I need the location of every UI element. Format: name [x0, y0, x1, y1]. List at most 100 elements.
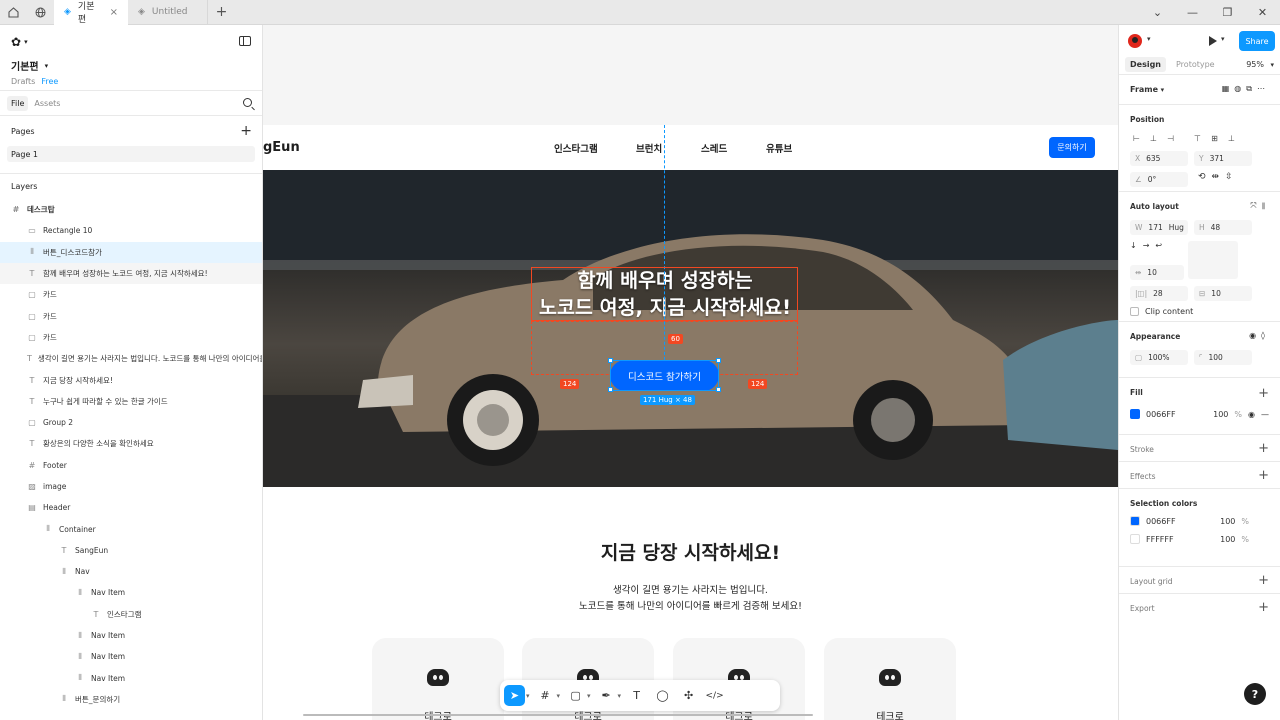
figma-menu[interactable]: ✿ ▾	[11, 35, 251, 49]
section-title[interactable]: 지금 당장 시작하세요!	[263, 538, 1118, 565]
frame-type-label[interactable]: Frame	[1130, 85, 1158, 94]
eye-icon[interactable]: ◉◊	[1249, 331, 1270, 340]
chevron-down-icon[interactable]: ▾	[1147, 35, 1151, 43]
fill-opacity[interactable]: 100	[1213, 410, 1228, 419]
card[interactable]: 테크로	[824, 638, 956, 720]
align-middle-icon[interactable]: ⊞	[1208, 132, 1221, 145]
chevron-down-icon[interactable]: ▾	[587, 692, 591, 700]
layer-item[interactable]: T 함께 배우며 성장하는 노코드 여정, 지금 시작하세요!	[0, 262, 262, 285]
rotation-field[interactable]: ∠ 0°	[1130, 172, 1188, 187]
layer-item[interactable]: T SangEun	[0, 540, 262, 561]
layer-item[interactable]: T 누구나 쉽게 따라할 수 있는 한글 가이드	[0, 391, 262, 412]
home-icon[interactable]	[0, 0, 27, 25]
components-icon[interactable]: ✣	[678, 685, 699, 706]
nav-item-threads[interactable]: 스레드	[701, 141, 727, 155]
gap-field[interactable]: ⇹ 10	[1130, 265, 1184, 280]
site-logo[interactable]: gEun	[263, 140, 300, 155]
tab-untitled[interactable]: ◈ Untitled	[128, 0, 208, 25]
canvas[interactable]: gEun 인스타그램 브런치 스레드 유튜브 문의하기 함께 배우며 성장하는 …	[263, 25, 1118, 720]
resize-handle[interactable]	[716, 358, 721, 363]
add-grid-icon[interactable]: +	[1258, 573, 1269, 588]
eye-icon[interactable]: ◉	[1248, 410, 1255, 419]
align-top-icon[interactable]: ⊤	[1191, 132, 1204, 145]
layer-item[interactable]: T 인스타그램	[0, 604, 262, 625]
add-effect-icon[interactable]: +	[1258, 468, 1269, 483]
color-opacity[interactable]: 100	[1220, 535, 1235, 544]
restore-icon[interactable]: ❐	[1210, 0, 1245, 25]
radius-field[interactable]: ⌜ 100	[1194, 350, 1252, 365]
horizontal-scrollbar[interactable]	[303, 714, 813, 716]
avatar[interactable]	[1128, 34, 1142, 48]
layer-item[interactable]: # Footer	[0, 455, 262, 476]
y-field[interactable]: Y 371	[1194, 151, 1252, 166]
minimize-icon[interactable]: —	[1175, 0, 1210, 25]
section-description[interactable]: 생각이 길면 용기는 사라지는 법입니다. 노코드를 통해 나만의 아이디어를 …	[263, 583, 1118, 615]
layer-item[interactable]: T 지금 당장 시작하세요!	[0, 369, 262, 390]
nav-item-youtube[interactable]: 유튜브	[766, 141, 792, 155]
present-icon[interactable]	[1209, 36, 1217, 46]
x-field[interactable]: X 635	[1130, 151, 1188, 166]
chevron-down-icon[interactable]: ▾	[557, 692, 561, 700]
zoom-level[interactable]: 95%	[1246, 60, 1264, 69]
layer-item[interactable]: ▨ image	[0, 476, 262, 497]
clip-content-checkbox[interactable]	[1130, 307, 1139, 316]
add-export-icon[interactable]: +	[1258, 600, 1269, 615]
new-tab-plus-icon[interactable]: +	[208, 0, 235, 25]
chevron-down-icon[interactable]: ▾	[526, 692, 530, 700]
chevron-down-icon[interactable]: ▾	[1270, 61, 1274, 69]
layer-item[interactable]: ▢ Group 2	[0, 412, 262, 433]
layer-item[interactable]: ▢ 카드	[0, 327, 262, 348]
pen-tool-icon[interactable]: ✒	[596, 685, 617, 706]
align-right-icon[interactable]: ⊣	[1164, 132, 1177, 145]
fill-row[interactable]: 0066FF 100 % ◉ —	[1130, 409, 1269, 419]
layer-item[interactable]: ⫴ 버튼_디스코드참가	[0, 241, 262, 263]
chevron-down-icon[interactable]: ⌄	[1140, 0, 1175, 25]
width-field[interactable]: W 171 Hug	[1130, 220, 1188, 235]
layer-item[interactable]: ▤ Header	[0, 497, 262, 518]
chevron-down-icon[interactable]: ▾	[618, 692, 622, 700]
color-swatch[interactable]	[1130, 534, 1140, 544]
layer-item[interactable]: T 황상은의 다양한 소식을 확인하세요	[0, 433, 262, 454]
add-fill-icon[interactable]: +	[1258, 386, 1269, 401]
site-header[interactable]: gEun 인스타그램 브런치 스레드 유튜브 문의하기	[263, 125, 1118, 170]
tab-assets[interactable]: Assets	[34, 99, 60, 108]
layer-item[interactable]: ⫴ Nav	[0, 561, 262, 582]
selection-color-row[interactable]: FFFFFF 100%	[1130, 534, 1269, 544]
resize-handle[interactable]	[716, 387, 721, 392]
padding-horizontal-field[interactable]: |◫| 28	[1130, 286, 1188, 301]
selection-color-row[interactable]: 0066FF 100%	[1130, 516, 1269, 526]
layer-item[interactable]: ⫴ Nav Item	[0, 646, 262, 667]
contact-button[interactable]: 문의하기	[1049, 137, 1095, 158]
page-item[interactable]: Page 1	[7, 146, 255, 162]
nav-item-brunch[interactable]: 브런치	[636, 141, 662, 155]
share-button[interactable]: Share	[1239, 31, 1275, 51]
file-title[interactable]: 기본편 ▾	[11, 58, 251, 74]
resize-handle[interactable]	[608, 387, 613, 392]
fill-swatch[interactable]	[1130, 409, 1140, 419]
desktop-frame[interactable]: gEun 인스타그램 브런치 스레드 유튜브 문의하기 함께 배우며 성장하는 …	[263, 125, 1118, 720]
drafts-label[interactable]: Drafts	[11, 77, 35, 86]
padding-vertical-field[interactable]: ⊟ 10	[1194, 286, 1252, 301]
height-field[interactable]: H 48	[1194, 220, 1252, 235]
opacity-field[interactable]: ▢ 100%	[1130, 350, 1188, 365]
align-bottom-icon[interactable]: ⊥	[1225, 132, 1238, 145]
search-icon[interactable]	[243, 98, 252, 107]
layer-item[interactable]: T 생각이 길면 용기는 사라지는 법입니다. 노코드를 통해 나만의 아이디어를	[0, 348, 262, 369]
layer-item[interactable]: # 데스크탑	[0, 199, 262, 220]
layer-item[interactable]: ⫴ Nav Item	[0, 582, 262, 603]
resize-handle[interactable]	[608, 358, 613, 363]
layer-item[interactable]: ▢ 카드	[0, 284, 262, 305]
add-page-icon[interactable]: +	[240, 123, 252, 139]
nav-item-instagram[interactable]: 인스타그램	[554, 141, 598, 155]
color-hex[interactable]: FFFFFF	[1146, 535, 1174, 544]
layer-item[interactable]: ⫴ Nav Item	[0, 668, 262, 689]
window-close-icon[interactable]: ✕	[1245, 0, 1280, 25]
color-opacity[interactable]: 100	[1220, 517, 1235, 526]
dev-mode-icon[interactable]: </>	[704, 685, 725, 706]
layer-item[interactable]: ⫴ 버튼_문의하기	[0, 689, 262, 710]
color-hex[interactable]: 0066FF	[1146, 517, 1176, 526]
auto-layout-icons[interactable]: ⤧⫴	[1250, 201, 1270, 211]
alignment-grid[interactable]	[1188, 241, 1239, 279]
tab-file[interactable]: File	[7, 95, 29, 111]
align-left-icon[interactable]: ⊢	[1130, 132, 1143, 145]
